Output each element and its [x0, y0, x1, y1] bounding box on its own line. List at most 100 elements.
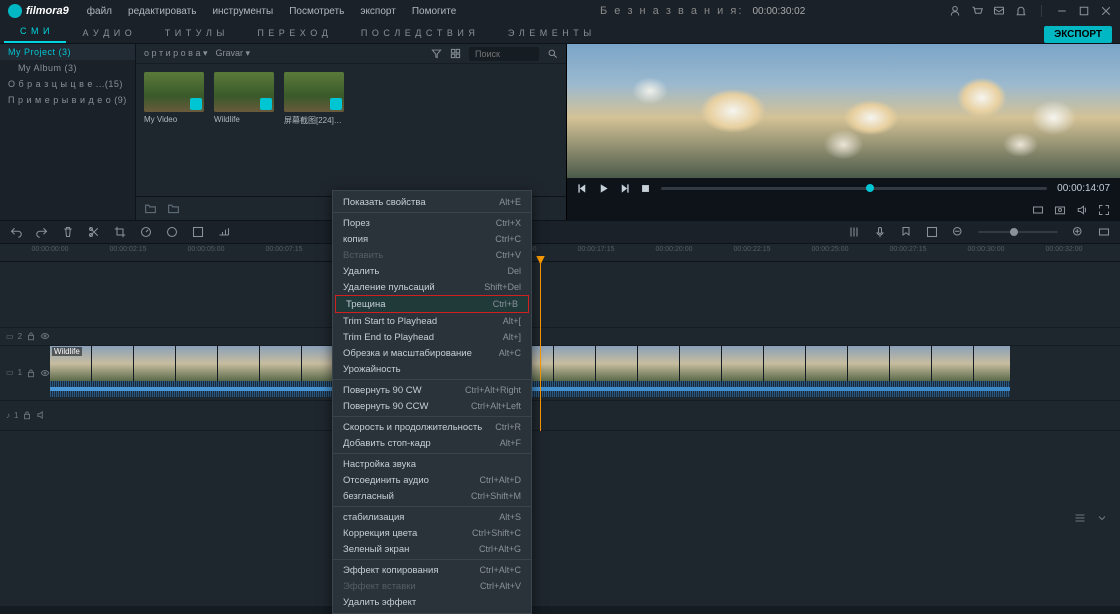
- tab-audio[interactable]: а у д и о: [66, 23, 148, 43]
- tab-transition[interactable]: п е р е х о д: [241, 23, 345, 43]
- maximize-icon[interactable]: [1078, 5, 1090, 17]
- play-icon[interactable]: [598, 183, 609, 194]
- ctx-item[interactable]: Trim End to PlayheadAlt+]: [333, 329, 531, 345]
- sidebar-item-colors[interactable]: О б р а з ц ы ц в е ...(15): [0, 76, 135, 92]
- track-audio-1[interactable]: ♪1: [0, 401, 1120, 431]
- delete-icon[interactable]: [62, 226, 74, 238]
- ctx-item[interactable]: Повернуть 90 CWCtrl+Alt+Right: [333, 382, 531, 398]
- ctx-item[interactable]: Коррекция цветаCtrl+Shift+C: [333, 525, 531, 541]
- crop-icon[interactable]: [114, 226, 126, 238]
- import-folder-icon[interactable]: [144, 202, 157, 215]
- zoom-in-icon[interactable]: [1072, 226, 1084, 238]
- context-menu[interactable]: Показать свойстваAlt+EПорезCtrl+XкопияCt…: [332, 190, 532, 614]
- mic-icon[interactable]: [874, 226, 886, 238]
- sidebar-item-project[interactable]: My Project (3): [0, 44, 135, 60]
- tab-media[interactable]: С М И: [4, 21, 66, 43]
- mute-icon[interactable]: [36, 410, 46, 420]
- volume-icon[interactable]: [1076, 204, 1088, 216]
- playhead[interactable]: [540, 262, 541, 431]
- fullscreen-icon[interactable]: [1098, 204, 1110, 216]
- split-icon[interactable]: [88, 226, 100, 238]
- ctx-item[interactable]: Зеленый экранCtrl+Alt+G: [333, 541, 531, 557]
- ctx-item[interactable]: Отсоединить аудиоCtrl+Alt+D: [333, 472, 531, 488]
- ctx-item[interactable]: Trim Start to PlayheadAlt+[: [333, 313, 531, 329]
- next-frame-icon[interactable]: [619, 183, 630, 194]
- export-button[interactable]: ЭКСПОРТ: [1044, 26, 1112, 43]
- search-icon[interactable]: [547, 48, 558, 59]
- add-icon[interactable]: [330, 98, 342, 110]
- voiceover-icon[interactable]: [218, 226, 230, 238]
- menu-file[interactable]: файл: [87, 6, 112, 17]
- ctx-item[interactable]: Урожайность: [333, 361, 531, 377]
- add-track-icon[interactable]: [1074, 512, 1086, 524]
- track-empty[interactable]: [0, 262, 1120, 328]
- cart-icon[interactable]: [971, 5, 983, 17]
- ctx-item[interactable]: ПорезCtrl+X: [333, 215, 531, 231]
- add-icon[interactable]: [190, 98, 202, 110]
- lock-icon[interactable]: [26, 331, 36, 341]
- ctx-item[interactable]: безгласныйCtrl+Shift+M: [333, 488, 531, 504]
- progress-bar[interactable]: [661, 187, 1047, 190]
- ctx-item[interactable]: стабилизацияAlt+S: [333, 509, 531, 525]
- timeline-ruler[interactable]: 00:00:00:00 00:00:02:15 00:00:05:00 00:0…: [0, 244, 1120, 262]
- zoom-out-icon[interactable]: [952, 226, 964, 238]
- bell-icon[interactable]: [1015, 5, 1027, 17]
- redo-icon[interactable]: [36, 226, 48, 238]
- ctx-item[interactable]: ТрещинаCtrl+B: [335, 295, 529, 313]
- tab-elements[interactable]: э л е м е н т ы: [492, 23, 608, 43]
- tab-titles[interactable]: Т и т у л ы: [149, 23, 242, 43]
- ctx-item[interactable]: копияCtrl+C: [333, 231, 531, 247]
- lock-icon[interactable]: [26, 368, 36, 378]
- mixer-icon[interactable]: [848, 226, 860, 238]
- media-thumb[interactable]: 屏幕截图[224]拷贝: [284, 72, 344, 126]
- sidebar-item-album[interactable]: My Album (3): [0, 60, 135, 76]
- eye-icon[interactable]: [40, 331, 50, 341]
- menu-tools[interactable]: инструменты: [212, 6, 273, 17]
- stop-icon[interactable]: [640, 183, 651, 194]
- user-icon[interactable]: [949, 5, 961, 17]
- ctx-item[interactable]: Удаление пульсацийShift+Del: [333, 279, 531, 295]
- grid-icon[interactable]: [450, 48, 461, 59]
- menu-edit[interactable]: редактировать: [128, 6, 196, 17]
- media-thumb[interactable]: Wildlife: [214, 72, 274, 126]
- close-icon[interactable]: [1100, 5, 1112, 17]
- zoom-knob[interactable]: [1010, 228, 1018, 236]
- render-icon[interactable]: [926, 226, 938, 238]
- media-thumb[interactable]: My Video: [144, 72, 204, 126]
- record-dropdown[interactable]: Gravar ▾: [215, 48, 250, 59]
- ctx-item[interactable]: УдалитьDel: [333, 263, 531, 279]
- ctx-item[interactable]: Эффект копированияCtrl+Alt+C: [333, 562, 531, 578]
- track-video-2[interactable]: ▭2: [0, 328, 1120, 346]
- zoom-fit-icon[interactable]: [1098, 226, 1110, 238]
- undo-icon[interactable]: [10, 226, 22, 238]
- minimize-icon[interactable]: [1056, 5, 1068, 17]
- snapshot-icon[interactable]: [1054, 204, 1066, 216]
- sort-dropdown[interactable]: о р т и р о в а ▾: [144, 48, 207, 59]
- speed-icon[interactable]: [140, 226, 152, 238]
- eye-icon[interactable]: [40, 368, 50, 378]
- menu-help[interactable]: Помогите: [412, 6, 456, 17]
- marker-icon[interactable]: [900, 226, 912, 238]
- track-video-1[interactable]: ▭1 Wildlife: [0, 346, 1120, 401]
- add-icon[interactable]: [260, 98, 272, 110]
- ctx-item[interactable]: Удалить эффект: [333, 594, 531, 610]
- color-icon[interactable]: [166, 226, 178, 238]
- greenscreen-icon[interactable]: [192, 226, 204, 238]
- ctx-item[interactable]: Добавить стоп-кадрAlt+F: [333, 435, 531, 451]
- ctx-item[interactable]: Повернуть 90 CCWCtrl+Alt+Left: [333, 398, 531, 414]
- sidebar-item-samples[interactable]: П р и м е р ы в и д е о (9): [0, 92, 135, 108]
- zoom-slider[interactable]: [978, 231, 1058, 233]
- scroll-down-icon[interactable]: [1096, 512, 1108, 524]
- filter-icon[interactable]: [431, 48, 442, 59]
- progress-knob[interactable]: [866, 184, 874, 192]
- tab-effects[interactable]: П о с л е д с т в и я: [345, 23, 492, 43]
- preview-video[interactable]: [567, 44, 1120, 178]
- ctx-item[interactable]: Скорость и продолжительностьCtrl+R: [333, 419, 531, 435]
- ctx-item[interactable]: Обрезка и масштабированиеAlt+C: [333, 345, 531, 361]
- folder-icon[interactable]: [167, 202, 180, 215]
- ctx-item[interactable]: Настройка звука: [333, 456, 531, 472]
- quality-icon[interactable]: [1032, 204, 1044, 216]
- search-input[interactable]: [469, 47, 539, 61]
- prev-frame-icon[interactable]: [577, 183, 588, 194]
- message-icon[interactable]: [993, 5, 1005, 17]
